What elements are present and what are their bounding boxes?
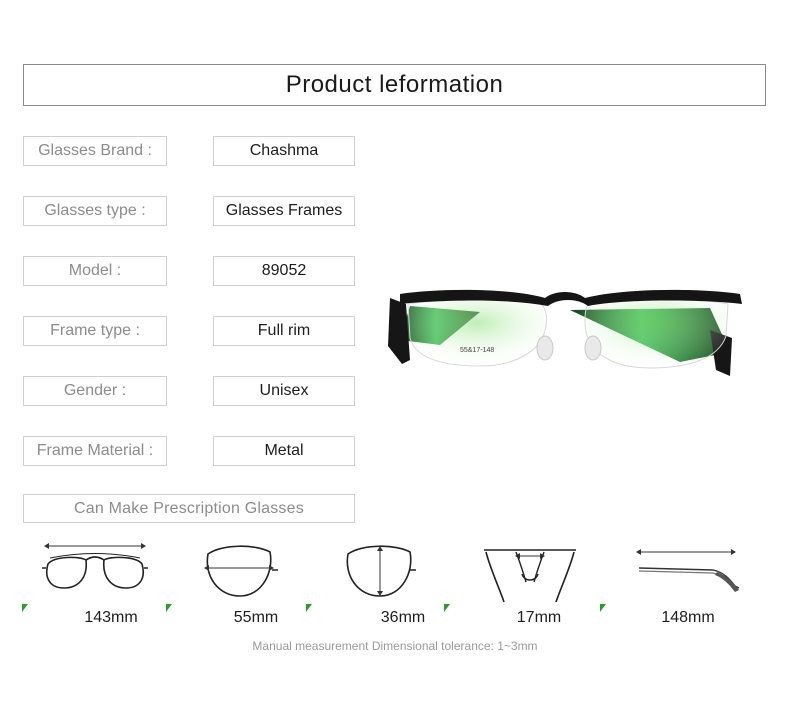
tick-marker-1 [22,604,28,612]
spec-value-model: 89052 [213,256,355,286]
spec-label-brand: Glasses Brand : [23,136,167,166]
nose-pad-right [584,335,602,361]
spec-label-type: Glasses type : [23,196,167,226]
measure-bridge-width: 17mm [516,609,562,626]
spec-label-frame-type: Frame type : [23,316,167,346]
temple-print: 55&17-148 [460,347,494,354]
measure-lens-height: 36mm [380,609,426,626]
section-title-text: Product leformation [285,71,504,98]
spec-value-frame-type: Full rim [213,316,355,346]
prescription-banner: Can Make Prescription Glasses [23,494,355,523]
frame-width-icon [42,543,148,589]
lens-height-icon [346,545,416,597]
spec-label-model: Model : [23,256,167,286]
lens-width-icon [204,545,278,597]
tick-marker-3 [306,604,312,612]
spec-value-type: Glasses Frames [213,196,355,226]
spec-label-material: Frame Material : [23,436,167,466]
spec-value-gender: Unisex [213,376,355,406]
spec-label-gender: Gender : [23,376,167,406]
lens-left [407,299,548,367]
nose-pad-left [536,335,554,361]
bridge-width-icon [484,549,576,603]
section-title: Product leformation [23,64,766,106]
eyeglasses-product-photo: 55&17-148 [388,289,742,376]
spec-value-brand: Chashma [213,136,355,166]
tick-marker-5 [600,604,606,612]
tolerance-note: Manual measurement Dimensional tolerance… [252,639,538,653]
measure-temple-length: 148mm [661,609,715,626]
temple-tip-left [388,298,410,364]
measure-lens-width: 55mm [233,609,279,626]
tick-marker-2 [166,604,172,612]
spec-value-material: Metal [213,436,355,466]
lens-right [584,298,729,369]
measure-frame-width: 143mm [84,609,138,626]
temple-length-icon [636,549,740,592]
